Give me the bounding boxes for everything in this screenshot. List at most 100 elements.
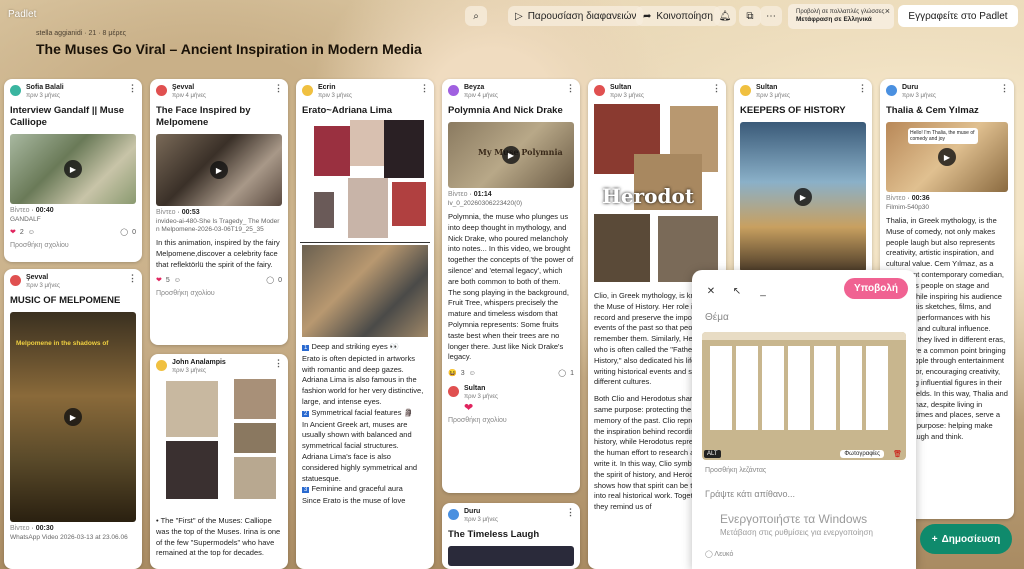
image-collage[interactable] — [302, 120, 428, 240]
avatar — [156, 360, 167, 371]
translate-banner[interactable]: Προβολή σε πολλαπλές γλώσσες Μετάφραση σ… — [788, 4, 894, 29]
play-icon[interactable]: ▶ — [794, 188, 812, 206]
subscribe-button[interactable]: Εγγραφείτε στο Padlet — [898, 5, 1018, 27]
video-thumbnail[interactable]: Hello! I'm Thalia, the muse of comedy an… — [886, 122, 1008, 192]
avatar — [10, 85, 21, 96]
react-icon[interactable]: ☺ — [469, 370, 476, 377]
heart-icon: ❤ — [464, 402, 474, 415]
heart-icon[interactable]: ❤ — [10, 228, 16, 236]
avatar — [10, 275, 21, 286]
add-comment-link[interactable]: Προσθήκη σχολίου — [4, 239, 142, 253]
post-card[interactable]: Ecrin πριν 3 μήνες ⋮ Erato~Adriana Lima 1… — [296, 79, 434, 569]
post-title: Polymnia And Nick Drake — [448, 105, 563, 116]
remake-button[interactable]: ⧉ — [739, 6, 761, 26]
post-card[interactable]: Duru πριν 3 μήνες ⋮ The Timeless Laugh — [442, 503, 580, 569]
search-button[interactable]: ⌕ — [465, 6, 487, 26]
bell-icon: 🔔︎ — [718, 10, 732, 22]
post-title: KEEPERS OF HISTORY — [740, 105, 846, 116]
image-collage[interactable] — [156, 379, 282, 509]
notifications-button[interactable]: 🔔︎ — [714, 6, 736, 26]
post-menu-icon[interactable]: ⋮ — [566, 507, 575, 518]
close-icon[interactable]: × — [885, 7, 890, 16]
post-title: Interview Gandalf || Muse Calliope — [10, 105, 125, 128]
post-title: Erato~Adriana Lima — [302, 105, 393, 116]
react-icon[interactable]: ☺ — [28, 229, 35, 236]
submit-button[interactable]: Υποβολή — [843, 278, 908, 299]
top-bar: Padlet ⌕ ▷ Παρουσίαση διαφανειών ➦ Κοινοπο… — [0, 0, 1024, 30]
post-menu-icon[interactable]: ⋮ — [128, 83, 137, 94]
comment-icon[interactable]: ◯ — [120, 228, 128, 236]
search-icon: ⌕ — [473, 10, 479, 22]
post-menu-icon[interactable]: ⋮ — [420, 83, 429, 94]
close-icon[interactable]: ✕ — [702, 282, 720, 300]
video-thumbnail[interactable]: ▶ — [156, 134, 282, 206]
more-icon: ⋯ — [766, 10, 776, 22]
expand-icon[interactable]: ↖ — [728, 282, 746, 300]
caption-input[interactable]: Προσθήκη λεζάντας — [705, 467, 766, 474]
comment-icon[interactable]: ◯ — [266, 276, 274, 284]
post-title: The Timeless Laugh — [448, 529, 540, 540]
avatar — [448, 386, 459, 398]
slideshow-button[interactable]: ▷ Παρουσίαση διαφανειών — [508, 6, 644, 26]
play-icon[interactable]: ▶ — [64, 408, 82, 426]
post-card[interactable]: John Analampis πριν 3 μήνες ⋮ • The "Firs… — [150, 354, 288, 569]
painting-image[interactable] — [302, 245, 428, 337]
alt-button[interactable]: ALT — [704, 450, 721, 458]
play-icon[interactable]: ▶ — [210, 161, 228, 179]
video-thumbnail[interactable] — [448, 546, 574, 566]
body-input[interactable]: Γράψτε κάτι απίθανο... — [705, 489, 795, 499]
post-menu-icon[interactable]: ⋮ — [274, 83, 283, 94]
copy-icon: ⧉ — [746, 10, 754, 22]
page-title: The Muses Go Viral – Ancient Inspiration… — [36, 41, 422, 57]
number-2-icon: 2 — [302, 410, 310, 417]
play-icon[interactable]: ▶ — [938, 148, 956, 166]
comment: Sultan πριν 3 μήνες ❤ — [442, 380, 580, 414]
plus-icon: + — [931, 533, 938, 545]
attached-screenshot[interactable]: ALT Φωτογραφίες 🗑 — [702, 332, 906, 460]
post-title: The Face Inspired by Melpomene — [156, 105, 251, 128]
post-card[interactable]: Sofia Balali πριν 3 μήνες ⋮ Interview Gan… — [4, 79, 142, 262]
post-menu-icon[interactable]: ⋮ — [274, 358, 283, 369]
react-icon[interactable]: ☺ — [174, 277, 181, 284]
avatar — [156, 85, 167, 96]
avatar — [302, 85, 313, 96]
minimize-icon[interactable]: _ — [754, 282, 772, 300]
post-menu-icon[interactable]: ⋮ — [712, 83, 721, 94]
windows-watermark: Ενεργοποιήστε τα Windows — [720, 512, 868, 526]
heart-icon[interactable]: ❤ — [156, 276, 162, 284]
more-button[interactable]: ⋯ — [760, 6, 782, 26]
video-thumbnail[interactable]: ▶ — [740, 122, 866, 272]
post-card[interactable]: Beyza πριν 4 μήνες ⋮ Polymnia And Nick Dr… — [442, 79, 580, 493]
avatar — [448, 509, 459, 520]
post-menu-icon[interactable]: ⋮ — [858, 83, 867, 94]
board-meta: stella aggianidi · 21 · 8 μέρες — [36, 30, 127, 37]
number-3-icon: 3 — [302, 487, 310, 494]
padlet-logo[interactable]: Padlet — [8, 9, 36, 20]
delete-icon[interactable]: 🗑 — [893, 450, 902, 458]
image-collage[interactable]: Herodot — [594, 104, 720, 284]
photos-button[interactable]: Φωτογραφίες — [840, 450, 884, 458]
post-menu-icon[interactable]: ⋮ — [128, 273, 137, 284]
video-thumbnail[interactable]: My Muse Polymnia ▶ — [448, 122, 574, 188]
video-thumbnail[interactable]: ▶ — [10, 134, 136, 204]
color-picker[interactable]: ◯ Λευκό — [705, 550, 733, 558]
windows-watermark-sub: Μετάβαση στις ρυθμίσεις για ενεργοποίηση — [720, 528, 873, 537]
comment-icon[interactable]: ◯ — [558, 369, 566, 377]
number-1-icon: 1 — [302, 345, 310, 351]
publish-button[interactable]: + Δημοσίευση — [920, 524, 1012, 554]
add-comment-link[interactable]: Προσθήκη σχολίου — [442, 414, 580, 428]
play-icon[interactable]: ▶ — [64, 160, 82, 178]
post-menu-icon[interactable]: ⋮ — [566, 83, 575, 94]
add-comment-link[interactable]: Προσθήκη σχολίου — [150, 287, 288, 301]
post-card[interactable]: Şevval πριν 3 μήνες ⋮ MUSIC OF MELPOMENE … — [4, 269, 142, 569]
avatar — [594, 85, 605, 96]
subject-input[interactable]: Θέμα — [705, 312, 729, 323]
avatar — [740, 85, 751, 96]
laugh-emoji-icon[interactable]: 😆 — [448, 369, 457, 377]
avatar — [886, 85, 897, 96]
post-card[interactable]: Şevval πριν 4 μήνες ⋮ The Face Inspired b… — [150, 79, 288, 345]
share-button[interactable]: ➦ Κοινοποίηση — [636, 6, 720, 26]
play-icon[interactable]: ▶ — [502, 146, 520, 164]
post-menu-icon[interactable]: ⋮ — [1000, 83, 1009, 94]
video-thumbnail[interactable]: Melpomene in the shadows of ▶ — [10, 312, 136, 522]
